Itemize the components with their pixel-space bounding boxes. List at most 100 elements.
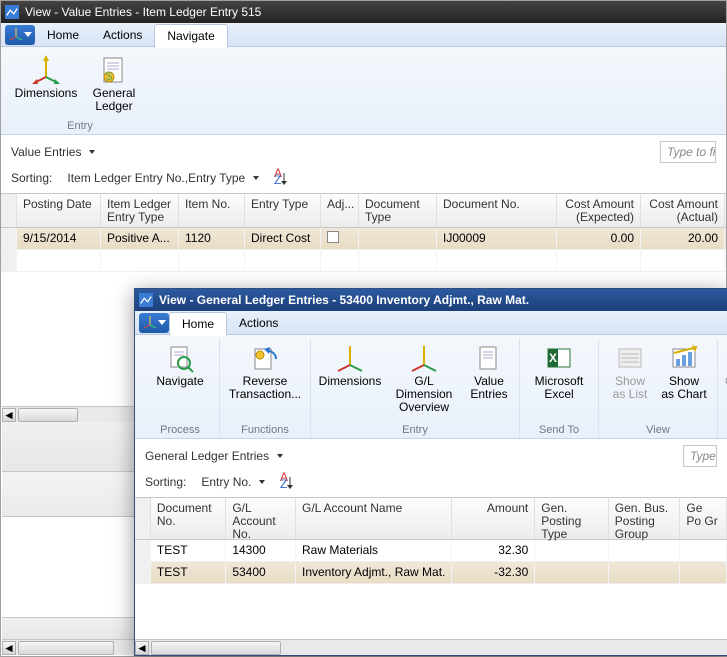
sort-direction-button[interactable]: AZ <box>274 171 290 185</box>
sorting-value: Item Ledger Entry No.,Entry Type <box>67 171 245 185</box>
cell-cost-expected: 0.00 <box>557 228 641 249</box>
column-header[interactable]: Item No. <box>179 194 245 227</box>
show-as-chart-button[interactable]: Show as Chart <box>657 339 711 423</box>
ribbon-group-entry: Dimensions $ General Ledger Entry <box>7 51 153 134</box>
tab-actions[interactable]: Actions <box>227 312 290 334</box>
filter-input[interactable]: Type <box>683 445 717 467</box>
svg-text:X: X <box>549 351 557 365</box>
grid-row[interactable]: TEST 53400 Inventory Adjmt., Raw Mat. -3… <box>135 562 727 584</box>
page-title[interactable]: General Ledger Entries <box>145 449 283 463</box>
sorting-value: Entry No. <box>201 475 251 489</box>
cell-adjustment <box>321 228 359 249</box>
ribbon-group-label: View <box>646 423 670 438</box>
column-header[interactable]: Document Type <box>359 194 437 227</box>
horizontal-scrollbar[interactable]: ◄ <box>135 639 727 655</box>
svg-text:Z: Z <box>280 477 287 491</box>
ribbon-group-show: N OneNote Show <box>718 339 727 438</box>
button-label: Value Entries <box>469 375 509 401</box>
dimensions-button[interactable]: Dimensions <box>13 51 79 119</box>
tab-navigate[interactable]: Navigate <box>154 24 227 48</box>
dimensions-button[interactable]: Dimensions <box>317 339 383 423</box>
column-header[interactable]: Item Ledger Entry Type <box>101 194 179 227</box>
column-header[interactable]: Posting Date <box>17 194 101 227</box>
navigate-icon <box>165 343 195 373</box>
doc-icon <box>474 343 504 373</box>
grid-row[interactable]: TEST 14300 Raw Materials 32.30 <box>135 540 727 562</box>
general-ledger-button[interactable]: $ General Ledger <box>81 51 147 119</box>
cell-cost-actual: 20.00 <box>641 228 725 249</box>
navigate-button[interactable]: Navigate <box>147 339 213 423</box>
microsoft-excel-button[interactable]: X Microsoft Excel <box>526 339 592 423</box>
app-menu-button[interactable] <box>5 25 35 45</box>
ribbon: Dimensions $ General Ledger Entry <box>1 47 726 135</box>
window-title-text: View - Value Entries - Item Ledger Entry… <box>25 5 261 19</box>
column-header[interactable]: G/L Account No. <box>226 498 296 539</box>
sorting-dropdown[interactable]: Entry No. <box>196 473 270 491</box>
show-as-list-button[interactable]: Show as List <box>605 339 655 423</box>
column-header[interactable]: Document No. <box>151 498 226 539</box>
cell-posting-date: 9/15/2014 <box>17 228 101 249</box>
cell-gen-bus-posting-group <box>609 540 681 561</box>
axes3d-icon <box>409 343 439 373</box>
sorting-dropdown[interactable]: Item Ledger Entry No.,Entry Type <box>62 169 264 187</box>
cell-account-name: Raw Materials <box>296 540 452 561</box>
grid-header: Document No. G/L Account No. G/L Account… <box>135 498 727 540</box>
scroll-thumb[interactable] <box>18 641 114 655</box>
svg-text:Z: Z <box>274 173 281 187</box>
menu-bar: Home Actions <box>135 311 727 335</box>
axes3d-icon <box>143 315 157 329</box>
column-header[interactable]: Document No. <box>437 194 557 227</box>
button-label: Navigate <box>156 375 203 388</box>
column-header[interactable]: Cost Amount (Expected) <box>557 194 641 227</box>
gl-dimension-overview-button[interactable]: G/L Dimension Overview <box>385 339 463 423</box>
reverse-icon <box>250 343 280 373</box>
grid-row[interactable] <box>1 250 726 272</box>
button-label: Dimensions <box>15 87 78 100</box>
chevron-down-icon <box>259 480 265 484</box>
column-header[interactable]: Amount <box>452 498 535 539</box>
column-header[interactable]: Gen. Bus. Posting Group <box>609 498 681 539</box>
tab-home[interactable]: Home <box>35 24 91 46</box>
ribbon: Navigate Process Reverse Transaction... … <box>135 335 727 439</box>
scroll-thumb[interactable] <box>18 408 78 422</box>
column-header[interactable]: Gen. Posting Type <box>535 498 609 539</box>
cell-gen-posting-type <box>535 540 609 561</box>
grid-header: Posting Date Item Ledger Entry Type Item… <box>1 194 726 228</box>
reverse-transaction-button[interactable]: Reverse Transaction... <box>226 339 304 423</box>
tab-home[interactable]: Home <box>169 312 227 336</box>
cell-amount: 32.30 <box>452 540 535 561</box>
app-icon <box>139 293 153 307</box>
value-entries-button[interactable]: Value Entries <box>465 339 513 423</box>
column-header[interactable]: Entry Type <box>245 194 321 227</box>
ribbon-group-process: Navigate Process <box>141 339 220 438</box>
column-header[interactable]: Cost Amount (Actual) <box>641 194 725 227</box>
tab-actions[interactable]: Actions <box>91 24 154 46</box>
cell-gen-bus-posting-group <box>609 562 681 583</box>
window-title-bar[interactable]: View - General Ledger Entries - 53400 In… <box>135 289 727 311</box>
sort-direction-button[interactable]: AZ <box>280 475 296 489</box>
scroll-left-button[interactable]: ◄ <box>2 641 16 655</box>
ribbon-group-label: Entry <box>67 119 93 134</box>
window-title-bar: View - Value Entries - Item Ledger Entry… <box>1 1 726 23</box>
chevron-down-icon <box>89 150 95 154</box>
filter-input[interactable]: Type to filte <box>660 141 716 163</box>
ledger-icon: $ <box>99 55 129 85</box>
column-header[interactable]: G/L Account Name <box>296 498 452 539</box>
scroll-left-button[interactable]: ◄ <box>135 641 149 655</box>
page-title[interactable]: Value Entries <box>11 145 95 159</box>
ribbon-group-label: Entry <box>402 423 428 438</box>
scroll-left-button[interactable]: ◄ <box>2 408 16 422</box>
grid-row[interactable]: 9/15/2014 Positive A... 1120 Direct Cost… <box>1 228 726 250</box>
sort-az-icon: AZ <box>280 475 296 489</box>
column-header[interactable]: Ge Po Gr <box>680 498 727 539</box>
row-selector[interactable] <box>1 228 17 249</box>
scroll-thumb[interactable] <box>151 641 281 655</box>
chevron-down-icon <box>253 176 259 180</box>
row-selector[interactable] <box>135 562 151 583</box>
app-menu-button[interactable] <box>139 313 169 333</box>
row-selector[interactable] <box>135 540 151 561</box>
button-label: G/L Dimension Overview <box>389 375 459 414</box>
cell-doc-no: TEST <box>151 540 226 561</box>
button-label: General Ledger <box>85 87 143 113</box>
column-header[interactable]: Adj... <box>321 194 359 227</box>
